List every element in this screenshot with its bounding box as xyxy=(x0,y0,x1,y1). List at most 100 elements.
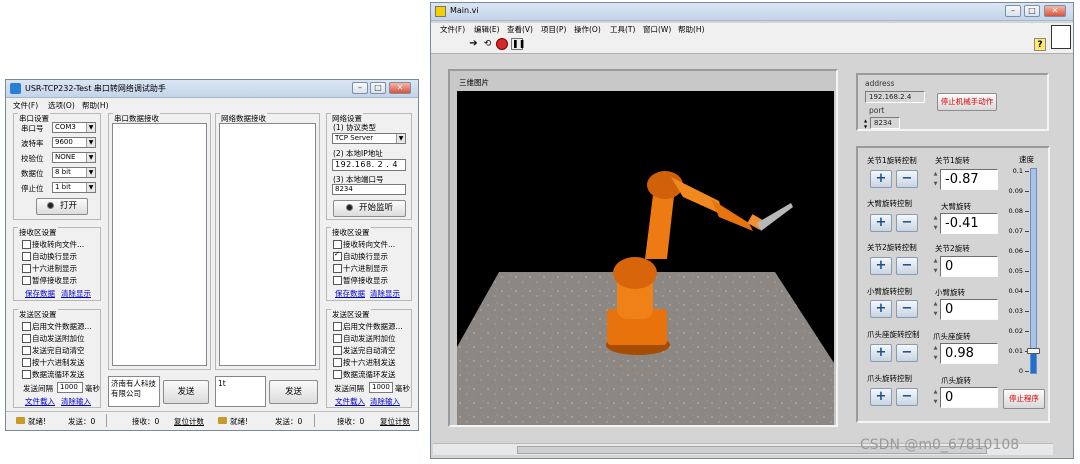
increment-button[interactable]: + xyxy=(870,170,892,188)
menu-file[interactable]: 文件(F) xyxy=(440,24,465,35)
pause-recv-checkbox[interactable]: 暂停接收显示 xyxy=(333,275,388,286)
run-continuous-icon[interactable]: ⟲ xyxy=(481,38,494,50)
stop-robot-button[interactable]: 停止机械手动作 xyxy=(937,93,997,111)
baud-select[interactable]: 9600 ▼ xyxy=(52,137,96,148)
auto-append-checkbox[interactable]: 自动发送附加位 xyxy=(333,333,396,344)
protocol-select[interactable]: TCP Server ▼ xyxy=(332,133,406,144)
load-file-link[interactable]: 文件载入 xyxy=(335,396,365,407)
maximize-button[interactable]: □ xyxy=(370,82,386,94)
reset-count-left[interactable]: 复位计数 xyxy=(174,416,204,427)
net-send-button[interactable]: 发送 xyxy=(269,380,318,404)
decrement-button[interactable]: − xyxy=(896,257,918,275)
increment-button[interactable]: + xyxy=(870,257,892,275)
menu-edit[interactable]: 编辑(E) xyxy=(474,24,500,35)
auto-clear-checkbox[interactable]: 发送完自动清空 xyxy=(333,345,396,356)
decrement-button[interactable]: − xyxy=(896,388,918,406)
close-button[interactable]: ✕ xyxy=(389,82,411,94)
file-source-checkbox[interactable]: 启用文件数据源... xyxy=(333,321,403,332)
3d-picture[interactable] xyxy=(457,91,834,425)
value-spinner[interactable]: ▲ ▼ xyxy=(932,256,939,277)
joint-value-field[interactable]: 0 xyxy=(940,387,998,408)
stopbits-select[interactable]: 1 bit ▼ xyxy=(52,182,96,193)
clear-input-link[interactable]: 清除输入 xyxy=(370,396,400,407)
loop-send-checkbox[interactable]: 数据流循环发送 xyxy=(333,369,396,380)
auto-wrap-checkbox[interactable]: 自动换行显示 xyxy=(333,250,388,262)
joint-value-field[interactable]: 0 xyxy=(940,299,998,320)
hex-send-checkbox[interactable]: 按十六进制发送 xyxy=(333,357,396,368)
value-spinner[interactable]: ▲ ▼ xyxy=(932,387,939,408)
file-source-checkbox[interactable]: 启用文件数据源... xyxy=(22,321,92,332)
hex-display-checkbox[interactable]: 十六进制显示 xyxy=(333,263,388,274)
menu-options[interactable]: 选项(O) xyxy=(48,100,75,111)
reset-count-right[interactable]: 复位计数 xyxy=(380,416,410,427)
value-spinner[interactable]: ▲ ▼ xyxy=(932,343,939,364)
menu-help[interactable]: 帮助(H) xyxy=(82,100,109,111)
menu-operate[interactable]: 操作(O) xyxy=(574,24,601,35)
net-send-input[interactable]: 1t xyxy=(215,376,266,407)
decrement-button[interactable]: − xyxy=(896,214,918,232)
decrement-button[interactable]: − xyxy=(896,300,918,318)
parity-select[interactable]: NONE ▼ xyxy=(52,152,96,163)
maximize-button[interactable]: □ xyxy=(1024,5,1040,17)
menu-tools[interactable]: 工具(T) xyxy=(610,24,635,35)
joint-value-field[interactable]: -0.87 xyxy=(940,169,998,190)
increment-button[interactable]: + xyxy=(870,214,892,232)
serial-send-input[interactable]: 济南有人科技有限公司 xyxy=(108,376,160,407)
stop-program-button[interactable]: 停止程序 xyxy=(1003,389,1045,409)
port-spinner[interactable]: ▲ ▼ xyxy=(864,118,869,130)
joint-value-field[interactable]: 0 xyxy=(940,256,998,277)
save-data-link[interactable]: 保存数据 xyxy=(335,288,365,299)
recv-to-file-checkbox[interactable]: 接收转向文件... xyxy=(333,239,395,250)
speed-slider-track[interactable] xyxy=(1030,168,1037,374)
serial-send-button[interactable]: 发送 xyxy=(163,380,209,404)
abort-icon[interactable] xyxy=(496,38,508,50)
port-select[interactable]: COM3 ▼ xyxy=(52,122,96,133)
speed-slider-thumb[interactable] xyxy=(1027,348,1040,354)
interval-input[interactable]: 1000 xyxy=(369,382,393,393)
auto-clear-checkbox[interactable]: 发送完自动清空 xyxy=(22,345,85,356)
decrement-button[interactable]: − xyxy=(896,170,918,188)
joint-value-field[interactable]: -0.41 xyxy=(940,213,998,234)
menu-window[interactable]: 窗口(W) xyxy=(643,24,671,35)
increment-button[interactable]: + xyxy=(870,344,892,362)
clear-display-link[interactable]: 清除显示 xyxy=(370,288,400,299)
value-spinner[interactable]: ▲ ▼ xyxy=(932,213,939,234)
minimize-button[interactable]: – xyxy=(1005,5,1021,17)
help-icon[interactable]: ? xyxy=(1034,38,1046,51)
save-data-link[interactable]: 保存数据 xyxy=(25,288,55,299)
decrement-button[interactable]: − xyxy=(896,344,918,362)
auto-append-checkbox[interactable]: 自动发送附加位 xyxy=(22,333,85,344)
clear-input-link[interactable]: 清除输入 xyxy=(61,396,91,407)
ip-input[interactable]: 192.168. 2 . 4 xyxy=(332,159,406,171)
value-spinner[interactable]: ▲ ▼ xyxy=(932,299,939,320)
recv-to-file-checkbox[interactable]: 接收转向文件... xyxy=(22,239,84,250)
increment-button[interactable]: + xyxy=(870,300,892,318)
chevron-down-icon: ▼ xyxy=(396,134,405,143)
databits-select[interactable]: 8 bit ▼ xyxy=(52,167,96,178)
local-port-input[interactable]: 8234 xyxy=(332,184,406,195)
pause-icon[interactable]: ❚❚ xyxy=(511,38,525,50)
open-port-button[interactable]: 打开 xyxy=(36,198,88,215)
value-spinner[interactable]: ▲ ▼ xyxy=(932,169,939,190)
menu-file[interactable]: 文件(F) xyxy=(13,100,38,111)
net-recv-area[interactable] xyxy=(219,123,316,366)
clear-display-link[interactable]: 清除显示 xyxy=(61,288,91,299)
joint-value-field[interactable]: 0.98 xyxy=(940,343,998,364)
minimize-button[interactable]: – xyxy=(352,82,368,94)
start-listen-button[interactable]: 开始监听 xyxy=(333,200,406,217)
menu-help[interactable]: 帮助(H) xyxy=(678,24,705,35)
hex-display-checkbox[interactable]: 十六进制显示 xyxy=(22,263,77,274)
serial-recv-area[interactable] xyxy=(112,123,207,366)
run-arrow-icon[interactable]: ➔ xyxy=(467,38,480,50)
interval-input[interactable]: 1000 xyxy=(57,382,83,393)
close-button[interactable]: ✕ xyxy=(1044,5,1066,17)
menu-view[interactable]: 查看(V) xyxy=(507,24,533,35)
menu-project[interactable]: 项目(P) xyxy=(541,24,566,35)
hex-send-checkbox[interactable]: 按十六进制发送 xyxy=(22,357,85,368)
increment-button[interactable]: + xyxy=(870,388,892,406)
load-file-link[interactable]: 文件载入 xyxy=(25,396,55,407)
auto-wrap-checkbox[interactable]: 自动换行显示 xyxy=(22,251,77,262)
loop-send-checkbox[interactable]: 数据流循环发送 xyxy=(22,369,85,380)
port-input[interactable]: 8234 xyxy=(870,117,900,129)
pause-recv-checkbox[interactable]: 暂停接收显示 xyxy=(22,275,77,286)
